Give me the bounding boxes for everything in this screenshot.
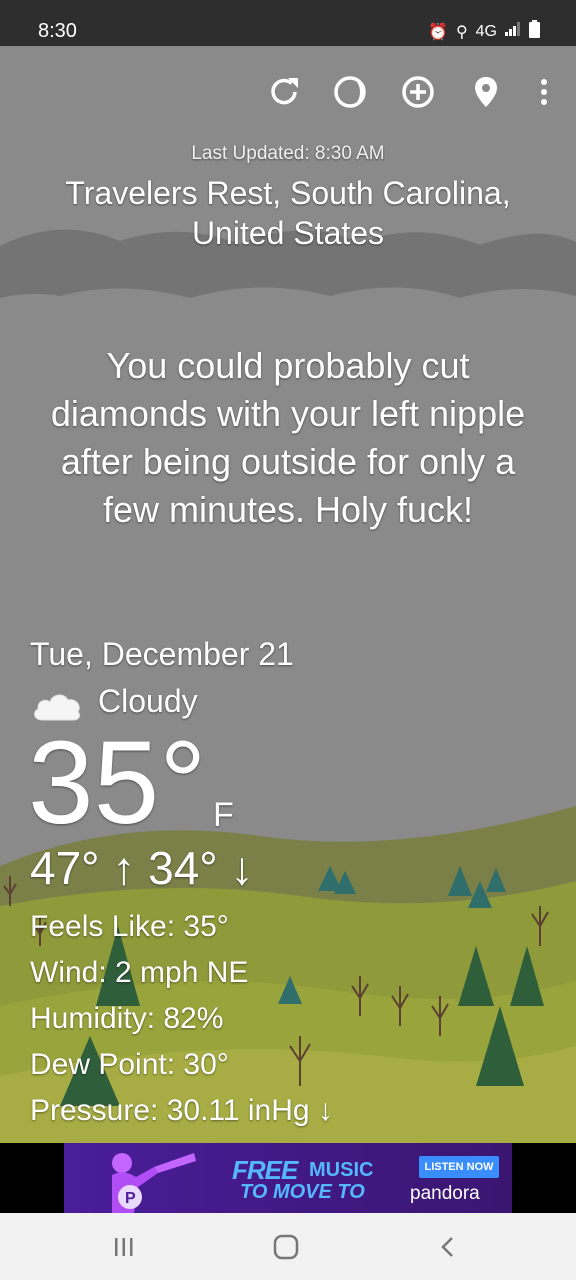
ad-figure-image: P — [112, 1153, 196, 1213]
battery-icon — [529, 20, 540, 43]
home-button[interactable] — [256, 1229, 316, 1265]
add-location-icon[interactable] — [396, 70, 440, 114]
temperature-unit: F — [213, 796, 234, 834]
location-name[interactable]: Travelers Rest, South Carolina, United S… — [40, 173, 536, 253]
condition-label: Cloudy — [98, 683, 198, 719]
ad-move: TO MOVE TO — [240, 1181, 365, 1203]
forecast-date: Tue, December 21 — [30, 636, 294, 672]
humidity: Humidity: 82% — [30, 1002, 224, 1035]
dew-point: Dew Point: 30° — [30, 1048, 229, 1081]
location-icon: ⚲ — [455, 23, 468, 41]
wind: Wind: 2 mph NE — [30, 956, 249, 989]
refresh-icon[interactable] — [262, 70, 306, 114]
pressure: Pressure: 30.11 inHg ↓ — [30, 1094, 333, 1127]
svg-text:P: P — [125, 1190, 136, 1207]
recent-apps-button[interactable] — [94, 1229, 154, 1265]
weather-panel: Last Updated: 8:30 AM Travelers Rest, So… — [0, 46, 576, 1143]
ad-music: MUSIC — [309, 1159, 374, 1181]
location-pin-icon[interactable] — [464, 70, 508, 114]
ad-bar: P FREE MUSIC TO MOVE TO LISTEN NOW pando… — [0, 1143, 576, 1213]
4g-icon: 4G — [475, 22, 497, 40]
high-low-temperature: 47° ↑ 34° ↓ — [30, 842, 254, 894]
navigation-bar — [0, 1213, 576, 1280]
overflow-menu-icon[interactable] — [522, 70, 566, 114]
status-time: 8:30 — [38, 20, 77, 42]
status-bar: 8:30 ⏰ ⚲ 4G — [0, 0, 576, 46]
alarm-icon: ⏰ — [428, 23, 448, 41]
status-icons: ⏰ ⚲ 4G — [428, 20, 540, 43]
back-button[interactable] — [418, 1229, 478, 1265]
listen-now-button[interactable]: LISTEN NOW — [419, 1156, 499, 1178]
toolbar — [0, 70, 576, 114]
signal-icon — [505, 22, 521, 41]
pandora-logo: pandora — [410, 1183, 480, 1204]
pandora-ad-banner[interactable]: P FREE MUSIC TO MOVE TO LISTEN NOW pando… — [64, 1143, 512, 1213]
feels-like: Feels Like: 35° — [30, 910, 229, 943]
weather-quip: You could probably cut diamonds with you… — [50, 345, 526, 530]
theme-icon[interactable] — [328, 70, 372, 114]
last-updated: Last Updated: 8:30 AM — [191, 143, 385, 164]
current-temperature: 35° — [28, 717, 207, 849]
